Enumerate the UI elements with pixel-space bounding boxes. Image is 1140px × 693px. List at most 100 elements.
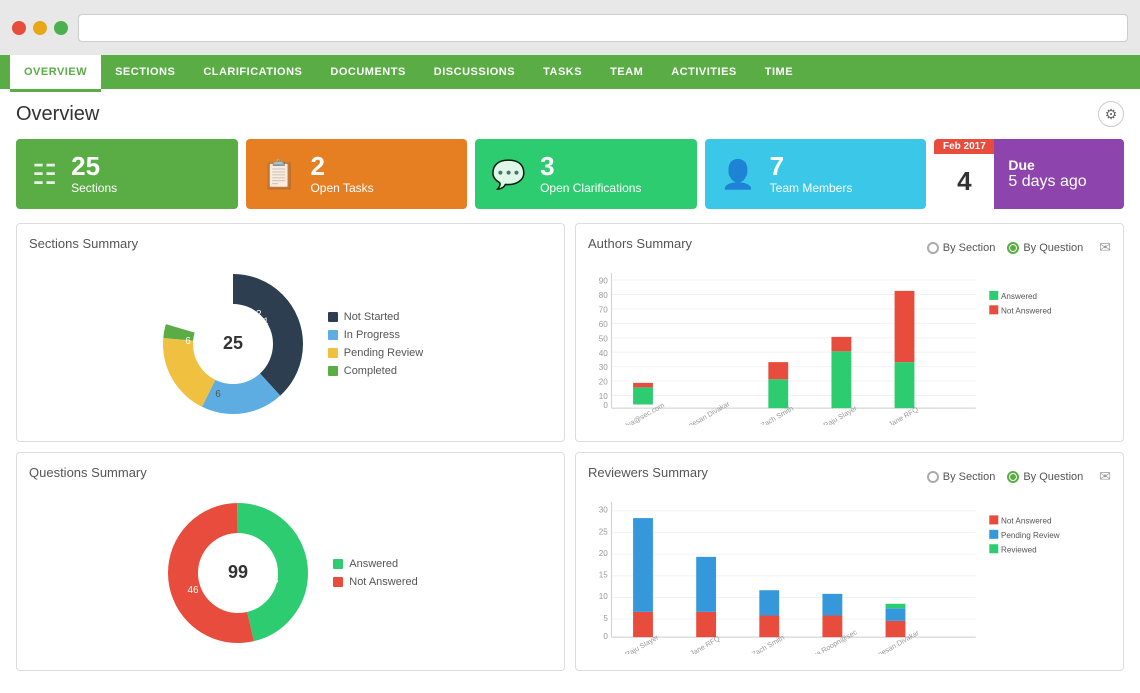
- authors-radio-group: By Section By Question: [927, 242, 1084, 254]
- questions-legend: Answered Not Answered: [333, 558, 417, 588]
- close-button[interactable]: [12, 21, 26, 35]
- due-time: 5 days ago: [1008, 173, 1086, 191]
- sections-donut-container: 25 12 6 6 1 Not Started In Progress: [29, 259, 552, 429]
- svg-text:10: 10: [599, 392, 609, 401]
- minimize-button[interactable]: [33, 21, 47, 35]
- authors-bar-svg: 90 80 70 60 50 40 30 20 10 0: [588, 265, 1111, 425]
- maximize-button[interactable]: [54, 21, 68, 35]
- authors-by-question-label: By Question: [1023, 242, 1083, 254]
- team-label: Team Members: [770, 181, 853, 195]
- authors-by-section-radio[interactable]: [927, 242, 939, 254]
- settings-icon[interactable]: ⚙: [1098, 101, 1124, 127]
- not-started-dot: [328, 312, 338, 322]
- url-bar[interactable]: [78, 14, 1128, 42]
- reviewers-email-icon[interactable]: ✉: [1099, 468, 1111, 485]
- svg-text:53: 53: [268, 575, 280, 586]
- legend-pending-review: Pending Review: [328, 347, 424, 359]
- svg-text:90: 90: [599, 277, 609, 286]
- sections-info: 25 Sections: [71, 153, 117, 195]
- reviewers-by-question-label: By Question: [1023, 471, 1083, 483]
- reviewers-by-question-option[interactable]: By Question: [1007, 471, 1083, 483]
- svg-text:20: 20: [599, 549, 609, 558]
- nav-bar: OVERVIEW SECTIONS CLARIFICATIONS DOCUMEN…: [0, 55, 1140, 89]
- questions-summary-title: Questions Summary: [29, 465, 552, 480]
- questions-summary-panel: Questions Summary 99 46 53: [16, 452, 565, 671]
- svg-text:50: 50: [599, 334, 609, 343]
- reviewers-by-section-radio[interactable]: [927, 471, 939, 483]
- team-icon: 👤: [721, 158, 756, 191]
- questions-donut-chart: 99 46 53: [163, 498, 313, 648]
- nav-time[interactable]: TIME: [751, 55, 807, 89]
- nav-sections[interactable]: SECTIONS: [101, 55, 189, 89]
- authors-by-section-label: By Section: [943, 242, 996, 254]
- nav-discussions[interactable]: DISCUSSIONS: [420, 55, 529, 89]
- authors-email-icon[interactable]: ✉: [1099, 239, 1111, 256]
- svg-text:15: 15: [599, 571, 609, 580]
- svg-text:99: 99: [228, 562, 248, 582]
- due-day: 4: [957, 154, 971, 209]
- stat-due: Feb 2017 4 Due 5 days ago: [934, 139, 1124, 209]
- nav-overview[interactable]: OVERVIEW: [10, 55, 101, 89]
- tasks-number: 2: [310, 153, 373, 179]
- svg-text:30: 30: [599, 506, 609, 515]
- due-calendar: Feb 2017 4: [934, 139, 994, 209]
- page-header: Overview ⚙: [16, 101, 1124, 127]
- sections-number: 25: [71, 153, 117, 179]
- questions-donut-container: 99 46 53 Answered Not Answered: [29, 488, 552, 658]
- reviewers-summary-panel: Reviewers Summary By Section By Question…: [575, 452, 1124, 671]
- authors-bar-chart: 90 80 70 60 50 40 30 20 10 0: [588, 265, 1111, 425]
- clarifications-icon: 💬: [491, 158, 526, 191]
- authors-by-question-radio[interactable]: [1007, 242, 1019, 254]
- nav-clarifications[interactable]: CLARIFICATIONS: [189, 55, 316, 89]
- tasks-info: 2 Open Tasks: [310, 153, 373, 195]
- pending-review-label: Pending Review: [344, 347, 424, 359]
- legend-not-started: Not Started: [328, 311, 424, 323]
- stat-team: 👤 7 Team Members: [705, 139, 927, 209]
- reviewers-radio-group: By Section By Question: [927, 471, 1084, 483]
- authors-by-question-option[interactable]: By Question: [1007, 242, 1083, 254]
- svg-text:Pending Review: Pending Review: [1001, 531, 1060, 540]
- reviewers-by-section-label: By Section: [943, 471, 996, 483]
- team-number: 7: [770, 153, 853, 179]
- svg-text:Not Answered: Not Answered: [1001, 306, 1052, 315]
- clarifications-info: 3 Open Clarifications: [540, 153, 641, 195]
- svg-text:20: 20: [599, 378, 609, 387]
- traffic-lights: [12, 21, 68, 35]
- legend-completed: Completed: [328, 365, 424, 377]
- in-progress-label: In Progress: [344, 329, 400, 341]
- authors-summary-panel: Authors Summary By Section By Question ✉: [575, 223, 1124, 442]
- nav-documents[interactable]: DOCUMENTS: [316, 55, 419, 89]
- sections-legend: Not Started In Progress Pending Review C…: [328, 311, 424, 377]
- pending-review-dot: [328, 348, 338, 358]
- due-info: Due 5 days ago: [994, 139, 1124, 209]
- reviewers-bar-svg: 30 25 20 15 10 5 0: [588, 494, 1111, 654]
- authors-by-section-option[interactable]: By Section: [927, 242, 996, 254]
- sections-summary-panel: Sections Summary 25 12 6 6 1: [16, 223, 565, 442]
- svg-text:30: 30: [599, 363, 609, 372]
- svg-text:25: 25: [599, 527, 609, 536]
- reviewers-summary-title: Reviewers Summary: [588, 465, 708, 480]
- svg-text:0: 0: [603, 632, 608, 641]
- tasks-label: Open Tasks: [310, 181, 373, 195]
- svg-text:10: 10: [599, 592, 609, 601]
- sections-summary-title: Sections Summary: [29, 236, 552, 251]
- q-not-answered-label: Not Answered: [349, 576, 417, 588]
- reviewers-by-question-radio[interactable]: [1007, 471, 1019, 483]
- q-answered-dot: [333, 559, 343, 569]
- nav-team[interactable]: TEAM: [596, 55, 657, 89]
- q-answered-label: Answered: [349, 558, 398, 570]
- svg-text:Not Answered: Not Answered: [1001, 517, 1052, 526]
- svg-text:Answered: Answered: [1001, 292, 1037, 301]
- stat-tasks: 📋 2 Open Tasks: [246, 139, 468, 209]
- team-info: 7 Team Members: [770, 153, 853, 195]
- nav-activities[interactable]: ACTIVITIES: [657, 55, 751, 89]
- svg-text:1: 1: [263, 316, 268, 326]
- legend-in-progress: In Progress: [328, 329, 424, 341]
- reviewers-chart-header: Reviewers Summary By Section By Question…: [588, 465, 1111, 488]
- reviewers-by-section-option[interactable]: By Section: [927, 471, 996, 483]
- nav-tasks[interactable]: TASKS: [529, 55, 596, 89]
- svg-text:46: 46: [188, 585, 200, 596]
- title-bar: [0, 0, 1140, 55]
- q-not-answered-dot: [333, 577, 343, 587]
- charts-row-1: Sections Summary 25 12 6 6 1: [16, 223, 1124, 442]
